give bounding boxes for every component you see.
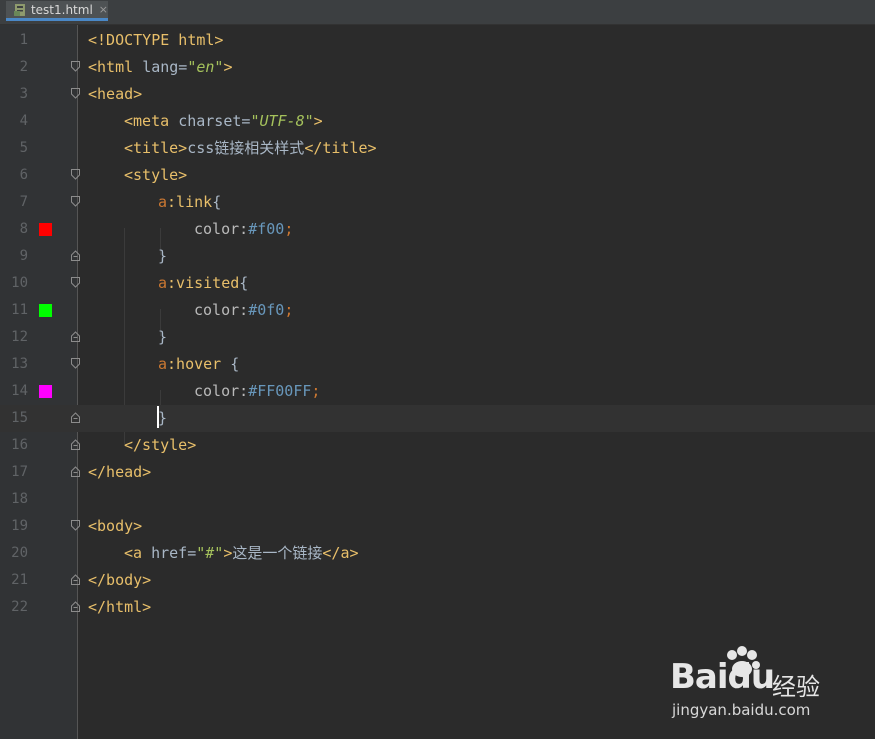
code-line-5[interactable]: 5 <title>css链接相关样式</title> (0, 135, 875, 162)
code-line-21[interactable]: 21 </body> (0, 567, 875, 594)
fold-open-icon[interactable] (71, 196, 80, 207)
code-text: <meta charset="UTF-8"> (124, 112, 323, 130)
tab-title: test1.html (30, 2, 93, 17)
line-number: 11 (11, 302, 28, 318)
fold-close-icon[interactable] (71, 439, 80, 450)
watermark-url: jingyan.baidu.com (672, 701, 811, 719)
code-line-22[interactable]: 22 </html> (0, 594, 875, 621)
code-text: <head> (88, 85, 143, 103)
watermark-logo-text: Baidu (670, 657, 775, 697)
tab-test1-html[interactable]: test1.html × (6, 1, 108, 21)
code-text: <html lang="en"> (88, 58, 233, 76)
code-text: </html> (88, 598, 152, 616)
color-swatch-red[interactable] (39, 223, 52, 236)
fold-close-icon[interactable] (71, 250, 80, 261)
text-caret (157, 406, 159, 428)
code-line-6[interactable]: 6 <style> (0, 162, 875, 189)
code-line-20[interactable]: 20 <a href="#">这是一个链接</a> (0, 540, 875, 567)
editor-tab-bar: test1.html × (0, 0, 875, 25)
code-text: a:hover { (158, 355, 240, 373)
color-swatch-magenta[interactable] (39, 385, 52, 398)
line-number: 16 (11, 437, 28, 453)
line-number: 4 (19, 113, 28, 129)
code-text: } (158, 328, 168, 346)
line-number: 1 (19, 32, 28, 48)
code-line-9[interactable]: 9 } (0, 243, 875, 270)
fold-close-icon[interactable] (71, 466, 80, 477)
code-text: } (158, 409, 168, 427)
code-line-4[interactable]: 4 <meta charset="UTF-8"> (0, 108, 875, 135)
code-text: a:link{ (158, 193, 222, 211)
line-number: 17 (11, 464, 28, 480)
code-line-11[interactable]: 11 color:#0f0; (0, 297, 875, 324)
fold-close-icon[interactable] (71, 574, 80, 585)
code-text: color:#0f0; (194, 301, 294, 319)
line-number: 3 (19, 86, 28, 102)
code-line-14[interactable]: 14 color:#FF00FF; (0, 378, 875, 405)
fold-close-icon[interactable] (71, 601, 80, 612)
watermark-cn-text: 经验 (772, 673, 820, 701)
line-number: 5 (19, 140, 28, 156)
code-text: a:visited{ (158, 274, 249, 292)
close-icon[interactable]: × (99, 3, 108, 16)
line-number: 13 (11, 356, 28, 372)
line-number: 19 (11, 518, 28, 534)
code-text: <!DOCTYPE html> (88, 31, 224, 49)
code-text: </head> (88, 463, 152, 481)
line-number: 15 (11, 410, 28, 426)
code-text: color:#f00; (194, 220, 294, 238)
fold-close-icon[interactable] (71, 331, 80, 342)
code-editor[interactable]: 1 <!DOCTYPE html> 2 <html lang="en"> 3 <… (0, 25, 875, 739)
code-line-12[interactable]: 12 } (0, 324, 875, 351)
line-number: 10 (11, 275, 28, 291)
line-number: 21 (11, 572, 28, 588)
line-number: 8 (19, 221, 28, 237)
line-number: 6 (19, 167, 28, 183)
line-number: 20 (11, 545, 28, 561)
code-text: <title>css链接相关样式</title> (124, 139, 377, 157)
code-text: </style> (124, 436, 197, 454)
code-line-2[interactable]: 2 <html lang="en"> (0, 54, 875, 81)
code-text: <body> (88, 517, 143, 535)
code-text: <a href="#">这是一个链接</a> (124, 544, 359, 562)
code-text: <style> (124, 166, 188, 184)
line-number: 22 (11, 599, 28, 615)
code-line-16[interactable]: 16 </style> (0, 432, 875, 459)
line-number: 12 (11, 329, 28, 345)
fold-open-icon[interactable] (71, 277, 80, 288)
fold-open-icon[interactable] (71, 169, 80, 180)
html-file-icon (14, 3, 25, 16)
code-line-3[interactable]: 3 <head> (0, 81, 875, 108)
fold-open-icon[interactable] (71, 358, 80, 369)
code-line-1[interactable]: 1 <!DOCTYPE html> (0, 27, 875, 54)
color-swatch-green[interactable] (39, 304, 52, 317)
line-number: 2 (19, 59, 28, 75)
fold-open-icon[interactable] (71, 520, 80, 531)
line-number: 18 (11, 491, 28, 507)
code-line-8[interactable]: 8 color:#f00; (0, 216, 875, 243)
line-number: 9 (19, 248, 28, 264)
code-line-19[interactable]: 19 <body> (0, 513, 875, 540)
code-text: color:#FF00FF; (194, 382, 321, 400)
code-line-10[interactable]: 10 a:visited{ (0, 270, 875, 297)
code-line-13[interactable]: 13 a:hover { (0, 351, 875, 378)
code-line-17[interactable]: 17 </head> (0, 459, 875, 486)
line-number: 14 (11, 383, 28, 399)
baidu-jingyan-watermark: Baidu 经验 jingyan.baidu.com (670, 645, 860, 725)
code-text: } (158, 247, 168, 265)
fold-close-icon[interactable] (71, 412, 80, 423)
code-line-15[interactable]: 15 } (0, 405, 875, 432)
code-text: </body> (88, 571, 152, 589)
fold-open-icon[interactable] (71, 61, 80, 72)
code-line-7[interactable]: 7 a:link{ (0, 189, 875, 216)
fold-open-icon[interactable] (71, 88, 80, 99)
line-number: 7 (19, 194, 28, 210)
code-line-18[interactable]: 18 (0, 486, 875, 513)
